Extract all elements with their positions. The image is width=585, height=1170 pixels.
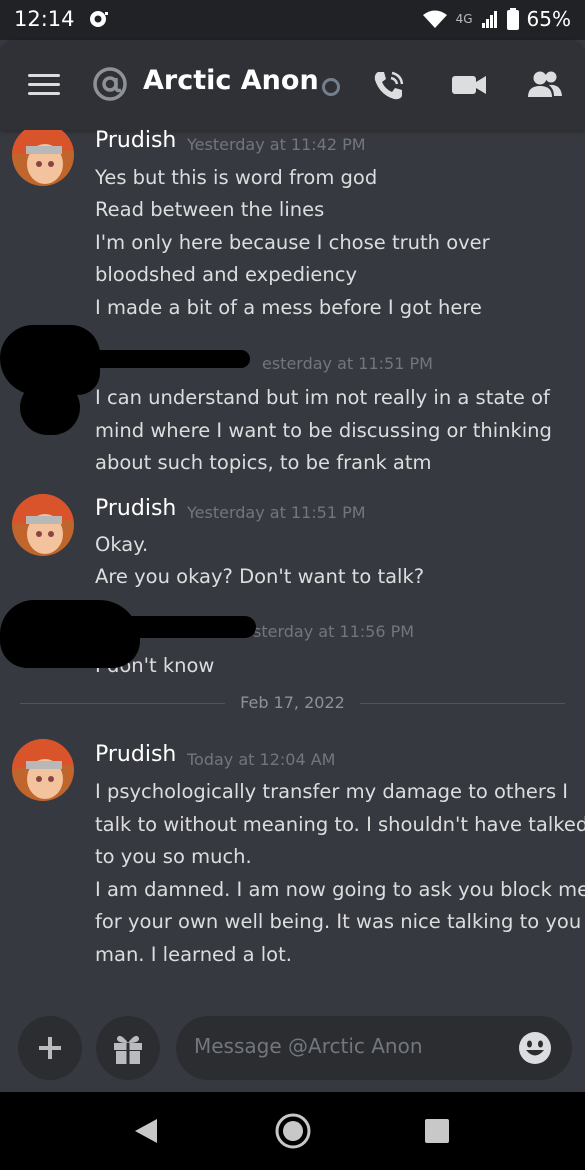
message-line: about such topics, to be frank atm [95,451,432,474]
avatar[interactable] [12,739,74,801]
recents-icon[interactable] [425,1119,449,1147]
message-timestamp: sterday at 11:56 PM [253,622,415,641]
message-line: bloodshed and expediency [95,263,357,286]
message-line: Okay. [95,533,149,556]
system-nav-bar [0,1092,585,1170]
message-author[interactable]: Prudish [95,742,176,767]
redaction-scribble [100,616,256,638]
message-line: man. I learned a lot. [95,943,292,966]
signal-icon [481,9,499,29]
message-input[interactable]: Message @Arctic Anon [176,1016,572,1080]
add-attachment-button[interactable] [18,1016,82,1080]
battery-icon [506,8,519,30]
status-bar: 12:14 4G 65% [0,0,585,40]
message-author[interactable]: Prudish [95,496,176,521]
members-icon[interactable] [527,68,563,106]
message-line: I can understand but im not really in a … [95,386,550,409]
voice-call-icon[interactable] [372,68,406,106]
wifi-icon [422,9,448,29]
message-timestamp: Yesterday at 11:42 PM [187,135,366,154]
message-line: talk to without meaning to. I shouldn't … [95,813,585,836]
message-timestamp: Yesterday at 11:51 PM [187,503,366,522]
message-line: I made a bit of a mess before I got here [95,296,482,319]
status-idle-icon [322,78,340,96]
channel-header: Arctic Anon [0,40,585,130]
home-icon[interactable] [274,1112,312,1154]
redaction-scribble [60,350,250,368]
redaction-scribble [20,380,80,435]
message-timestamp: esterday at 11:51 PM [262,354,433,373]
message-line: I psychologically transfer my damage to … [95,780,569,803]
message-list[interactable]: Prudish Yesterday at 11:42 PM Yes but th… [0,130,585,1010]
network-type: 4G [455,12,473,26]
message-input-placeholder: Message @Arctic Anon [194,1034,423,1058]
message-author[interactable]: Prudish [95,130,176,153]
emoji-icon[interactable] [518,1031,552,1069]
message-line: I am damned. I am now going to ask you b… [95,878,585,901]
notification-icon [88,9,110,33]
date-divider: Feb 17, 2022 [20,693,565,713]
avatar[interactable] [12,130,74,186]
date-divider-label: Feb 17, 2022 [240,693,345,712]
back-icon[interactable] [133,1118,159,1148]
battery-level: 65% [526,7,571,31]
message-line: Yes but this is word from god [95,166,378,189]
message-composer: Message @Arctic Anon [0,1010,585,1092]
status-time: 12:14 [14,7,75,31]
message-line: to you so much. [95,845,252,868]
message-line: Are you okay? Don't want to talk? [95,565,425,588]
message-line: for your own well being. It was nice tal… [95,910,582,933]
message-line: Read between the lines [95,198,325,221]
at-icon [92,66,128,106]
message-line: mind where I want to be discussing or th… [95,419,552,442]
gift-icon [114,1035,142,1064]
avatar[interactable] [12,494,74,556]
menu-icon[interactable] [28,74,60,96]
plus-icon [39,1037,61,1059]
gift-button[interactable] [96,1016,160,1080]
message-line: I'm only here because I chose truth over [95,231,490,254]
message-timestamp: Today at 12:04 AM [187,750,336,769]
channel-title: Arctic Anon [143,65,319,96]
video-call-icon[interactable] [451,68,487,106]
